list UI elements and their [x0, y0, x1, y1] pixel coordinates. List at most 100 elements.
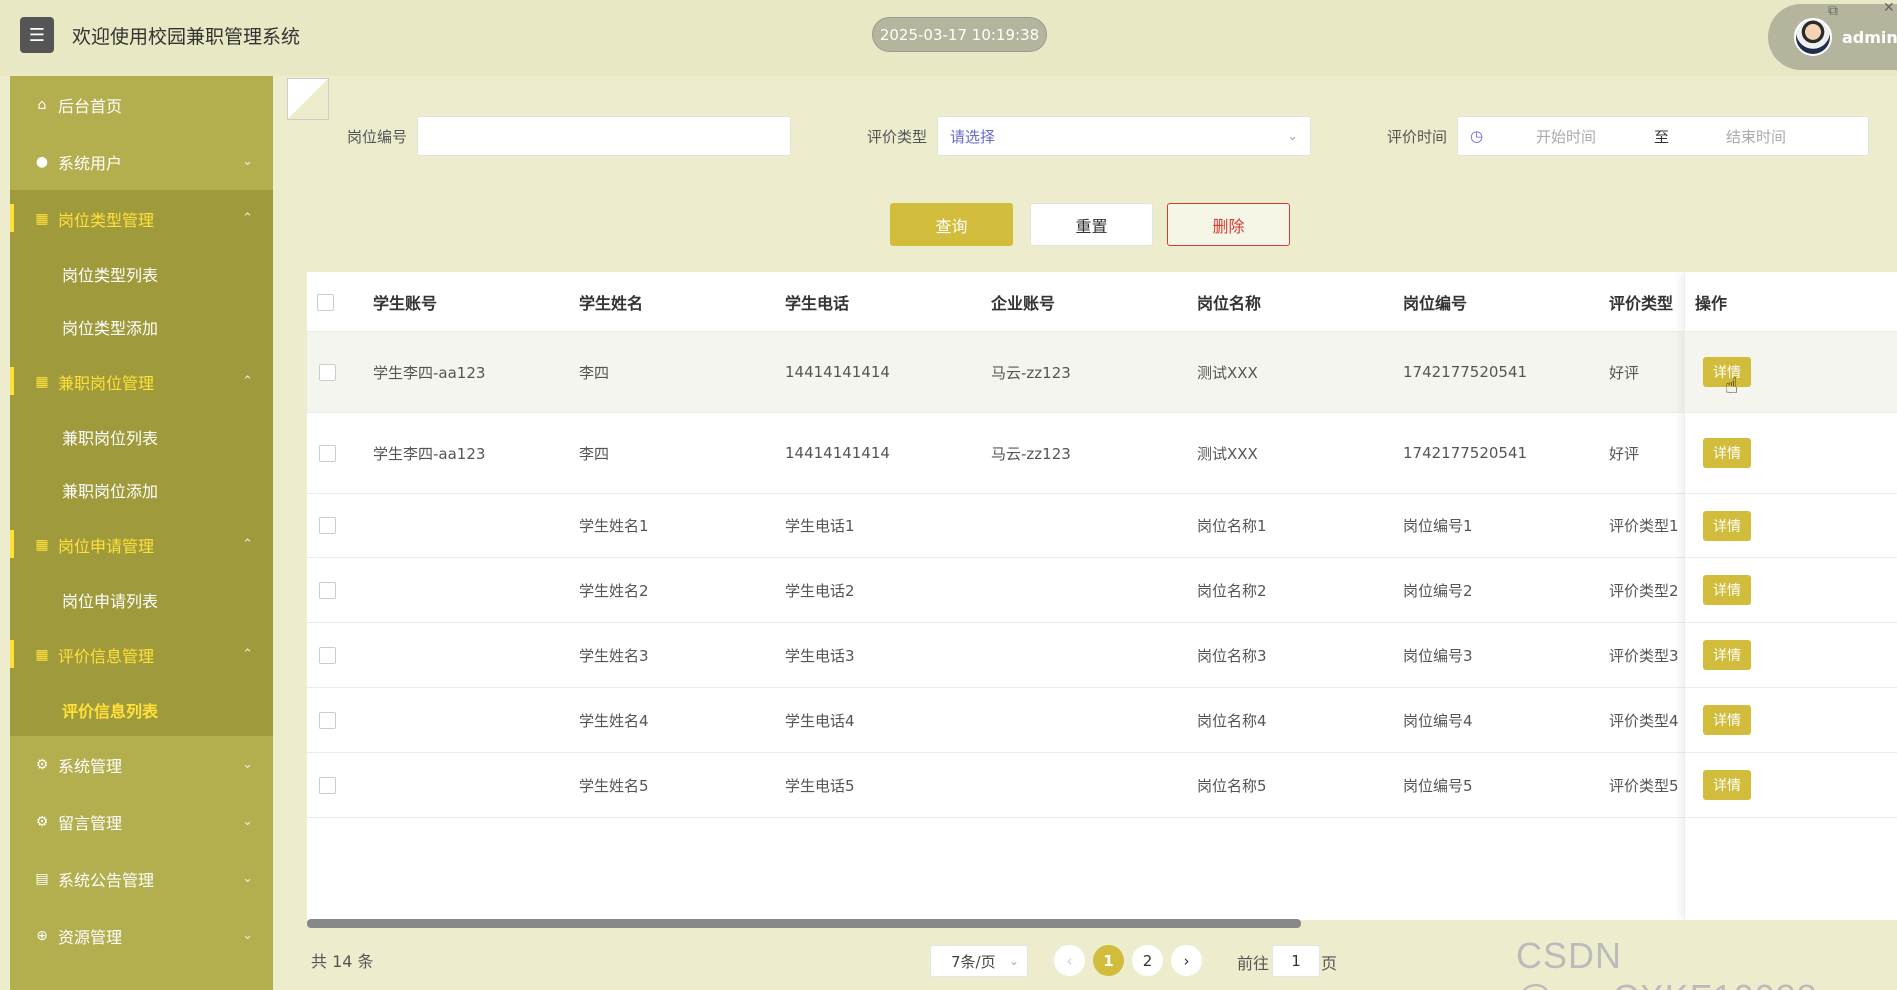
select-all-checkbox[interactable] — [317, 293, 334, 311]
sidebar-item-home[interactable]: ⌂ 后台首页 — [10, 76, 273, 133]
col-header[interactable]: 评价类型 — [1609, 272, 1673, 332]
page-size-select[interactable]: 7条/页 ⌄ — [930, 945, 1028, 977]
chevron-up-icon: ⌃ — [242, 374, 253, 389]
range-separator: 至 — [1654, 127, 1670, 146]
table-row[interactable]: 学生李四-aa123 李四 14414141414 马云-zz123 测试XXX 1742… — [307, 332, 1897, 413]
table-cell: 好评 — [1609, 363, 1640, 382]
row-checkbox[interactable] — [319, 776, 336, 794]
row-checkbox[interactable] — [319, 517, 336, 534]
grid-icon: ▦ — [35, 373, 49, 390]
sidebar-item-parttime-job-mgmt[interactable]: ▦ 兼职岗位管理 ⌃ — [10, 353, 273, 410]
table-cell: 测试XXX — [1197, 444, 1258, 463]
sidebar-subitem-job-type-add[interactable]: 岗位类型添加 — [10, 300, 273, 353]
page-corner-decoration — [287, 78, 329, 120]
user-name: admin — [1842, 27, 1897, 47]
sidebar-subitem-application-list[interactable]: 岗位申请列表 — [10, 573, 273, 626]
sidebar-item-label: 岗位申请管理 — [58, 536, 155, 556]
table-cell: 14414141414 — [785, 444, 890, 462]
chevron-up-icon: ⌃ — [242, 647, 253, 662]
user-icon: ● — [35, 153, 49, 170]
sidebar-item-label: 评价信息管理 — [58, 646, 155, 666]
app-title: 欢迎使用校园兼职管理系统 — [72, 26, 301, 48]
menu-toggle-button[interactable]: ☰ — [20, 17, 54, 53]
sidebar-item-job-type-mgmt[interactable]: ▦ 岗位类型管理 ⌃ — [10, 190, 273, 247]
total-count: 共 14 条 — [311, 952, 374, 971]
page-size-value: 7条/页 — [951, 952, 996, 971]
row-checkbox[interactable] — [319, 363, 336, 381]
row-checkbox[interactable] — [319, 581, 336, 599]
row-checkbox-cell — [319, 688, 336, 752]
sidebar-item-resource-mgmt[interactable]: ⊕ 资源管理 ⌄ — [10, 907, 273, 964]
sidebar-subitem-evaluation-list[interactable]: 评价信息列表 — [10, 683, 273, 736]
table-cell: 1742177520541 — [1403, 444, 1528, 462]
col-header[interactable]: 岗位名称 — [1197, 272, 1261, 332]
job-no-input[interactable] — [417, 116, 791, 156]
chevron-up-icon: ⌃ — [242, 537, 253, 552]
table-cell: 学生电话4 — [785, 711, 855, 730]
sidebar-item-label: 系统公告管理 — [58, 870, 155, 890]
sidebar-item-label: 岗位类型管理 — [58, 210, 155, 230]
table-row[interactable]: 学生李四-aa123 李四 14414141414 马云-zz123 测试XXX 1742… — [307, 413, 1897, 494]
row-checkbox[interactable] — [319, 646, 336, 664]
chevron-down-icon: ⌄ — [1287, 128, 1298, 144]
col-header[interactable]: 学生姓名 — [579, 272, 643, 332]
horizontal-scrollbar[interactable] — [307, 919, 1301, 928]
chevron-down-icon: ⌄ — [242, 154, 253, 169]
delete-button[interactable]: 删除 — [1167, 203, 1290, 246]
col-header[interactable]: 学生账号 — [373, 272, 437, 332]
next-page-button[interactable]: › — [1171, 945, 1202, 976]
table-cell: 评价类型3 — [1609, 646, 1679, 665]
table-cell: 岗位编号5 — [1403, 776, 1473, 795]
eval-time-range[interactable]: ◷ 开始时间 至 结束时间 — [1457, 116, 1869, 156]
restore-icon[interactable]: ⧉ — [1828, 3, 1838, 19]
eval-type-select[interactable]: 请选择 ⌄ — [937, 116, 1311, 156]
end-time-input[interactable]: 结束时间 — [1726, 126, 1786, 147]
table-cell: 岗位名称3 — [1197, 646, 1267, 665]
sidebar-item-system-users[interactable]: ● 系统用户 ⌄ — [10, 133, 273, 190]
table-row[interactable]: 学生姓名2 学生电话2 岗位名称2 岗位编号2 评价类型2 详情 — [307, 558, 1897, 623]
sidebar-subitem-job-type-list[interactable]: 岗位类型列表 — [10, 247, 273, 300]
table-cell: 岗位名称4 — [1197, 711, 1267, 730]
table-cell: 学生电话3 — [785, 646, 855, 665]
table-cell: 评价类型2 — [1609, 581, 1679, 600]
sidebar-item-system-mgmt[interactable]: ⚙ 系统管理 ⌄ — [10, 736, 273, 793]
row-checkbox[interactable] — [319, 444, 336, 462]
col-header[interactable]: 学生电话 — [785, 272, 849, 332]
col-header[interactable]: 企业账号 — [991, 272, 1055, 332]
sidebar-subitem-parttime-job-list[interactable]: 兼职岗位列表 — [10, 410, 273, 463]
sidebar-item-application-mgmt[interactable]: ▦ 岗位申请管理 ⌃ — [10, 516, 273, 573]
table-row[interactable]: 学生姓名3 学生电话3 岗位名称3 岗位编号3 评价类型3 详情 — [307, 623, 1897, 688]
menu-group-job-type: ▦ 岗位类型管理 ⌃ 岗位类型列表 岗位类型添加 — [10, 190, 273, 353]
table-cell: 14414141414 — [785, 363, 890, 381]
evaluation-table: 学生账号 学生姓名 学生电话 企业账号 岗位名称 岗位编号 评价类型 操作 学生… — [307, 272, 1897, 920]
table-cell: 评价类型5 — [1609, 776, 1679, 795]
reset-button[interactable]: 重置 — [1030, 203, 1153, 246]
table-cell: 学生姓名4 — [579, 711, 649, 730]
table-row[interactable]: 学生姓名4 学生电话4 岗位名称4 岗位编号4 评价类型4 详情 — [307, 688, 1897, 753]
sidebar-item-evaluation-mgmt[interactable]: ▦ 评价信息管理 ⌃ — [10, 626, 273, 683]
goto-label: 前往 — [1237, 954, 1270, 973]
prev-page-button[interactable]: ‹ — [1054, 945, 1085, 976]
grid-icon: ▦ — [35, 210, 49, 227]
chevron-left-icon: ‹ — [1066, 951, 1073, 970]
close-icon[interactable]: ✕ — [1883, 0, 1895, 16]
table-row[interactable]: 学生姓名1 学生电话1 岗位名称1 岗位编号1 评价类型1 详情 — [307, 494, 1897, 558]
sidebar-item-message-mgmt[interactable]: ⚙ 留言管理 ⌄ — [10, 793, 273, 850]
query-button[interactable]: 查询 — [890, 203, 1013, 246]
table-cell: 李四 — [579, 363, 610, 382]
goto-page-input[interactable]: 1 — [1272, 945, 1320, 977]
table-cell: 岗位名称2 — [1197, 581, 1267, 600]
table-row[interactable]: 学生姓名5 学生电话5 岗位名称5 岗位编号5 评价类型5 详情 — [307, 753, 1897, 818]
sidebar-item-notice-mgmt[interactable]: ▤ 系统公告管理 ⌄ — [10, 850, 273, 907]
hamburger-icon: ☰ — [28, 24, 46, 46]
col-header[interactable]: 岗位编号 — [1403, 272, 1467, 332]
eval-time-label: 评价时间 — [1387, 128, 1448, 146]
sidebar-subitem-parttime-job-add[interactable]: 兼职岗位添加 — [10, 463, 273, 516]
row-checkbox-cell — [319, 753, 336, 817]
page-button-2[interactable]: 2 — [1132, 945, 1163, 976]
start-time-input[interactable]: 开始时间 — [1536, 126, 1596, 147]
chevron-down-icon: ⌄ — [1008, 954, 1019, 968]
page-button-1[interactable]: 1 — [1093, 945, 1124, 976]
row-checkbox[interactable] — [319, 711, 336, 729]
sidebar-item-label: 系统管理 — [58, 756, 123, 776]
